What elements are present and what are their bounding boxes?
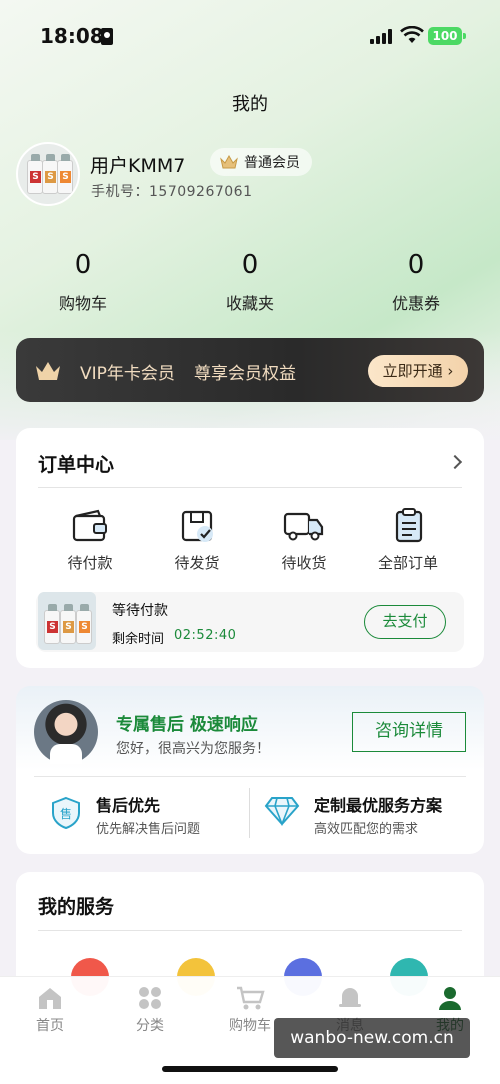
- pay-button[interactable]: 去支付: [364, 605, 446, 639]
- tab-label: 首页: [36, 1018, 64, 1034]
- avatar-bottle: S: [27, 154, 43, 194]
- order-center-title: 订单中心: [38, 454, 115, 476]
- avatar[interactable]: S S S: [16, 142, 80, 206]
- phone-label: 手机号：: [91, 184, 149, 200]
- after-sales-subtitle: 您好，很高兴为您服务！: [116, 741, 270, 757]
- avatar-bottle: S: [57, 154, 73, 194]
- stat-label: 购物车: [58, 294, 107, 313]
- remaining-time-value: 02:52:40: [174, 628, 237, 643]
- thumb-bottle: S: [76, 604, 92, 644]
- thumb-bottle: S: [60, 604, 76, 644]
- home-indicator[interactable]: [162, 1066, 338, 1072]
- feature-title: 售后优先: [96, 796, 161, 815]
- phone-number: 手机号：15709267061: [91, 181, 252, 201]
- support-agent-avatar: [34, 700, 98, 764]
- member-level-label: 普通会员: [244, 155, 300, 171]
- feature-title: 定制最优服务方案: [314, 796, 443, 815]
- stat-label: 优惠券: [391, 294, 440, 313]
- status-time: 18:08: [40, 24, 104, 48]
- pending-order-row[interactable]: S S S 等待付款 剩余时间 02:52:40 去支付: [36, 592, 464, 652]
- pending-title: 等待付款: [112, 603, 168, 619]
- username[interactable]: 用户KMM7: [90, 151, 185, 178]
- avatar-bottle: S: [42, 154, 58, 194]
- vertical-divider: [249, 788, 250, 838]
- stat-coupons[interactable]: 0 优惠券: [356, 250, 476, 314]
- order-all[interactable]: 全部订单: [368, 508, 448, 573]
- wallet-icon: [72, 509, 107, 542]
- order-pending-receipt[interactable]: 待收货: [264, 508, 344, 573]
- status-bar: 18:08 100: [0, 0, 500, 72]
- stat-value: 0: [407, 250, 425, 280]
- order-item-label: 待付款: [67, 554, 113, 572]
- page-title: 我的: [232, 94, 268, 115]
- delivery-truck-icon: [283, 512, 324, 541]
- stat-value: 0: [241, 250, 259, 280]
- after-sales-shield-icon: 售: [52, 796, 80, 830]
- vip-open-button[interactable]: 立即开通 ›: [368, 355, 468, 387]
- thumb-bottle: S: [44, 604, 60, 644]
- product-thumbnail: S S S: [38, 592, 96, 650]
- vip-title: VIP年卡会员: [80, 364, 175, 384]
- order-list-icon: [395, 508, 423, 543]
- remaining-time-label: 剩余时间: [112, 632, 165, 647]
- phone-value: 15709267061: [149, 184, 253, 200]
- order-pending-shipment[interactable]: 待发货: [157, 508, 237, 573]
- category-icon: [139, 987, 161, 1009]
- shield-text: 售: [60, 806, 72, 821]
- vip-subtitle: 尊享会员权益: [194, 364, 296, 384]
- order-item-label: 全部订单: [377, 554, 438, 572]
- stat-value: 0: [74, 250, 92, 280]
- diamond-icon: [264, 797, 300, 826]
- vip-crown-icon: [36, 362, 60, 380]
- chevron-right-icon: ›: [442, 362, 454, 380]
- sim-card-icon: [101, 28, 113, 45]
- divider: [38, 930, 462, 931]
- after-sales-title: 专属售后 极速响应: [116, 715, 258, 735]
- consult-details-button[interactable]: 咨询详情: [352, 712, 466, 752]
- my-services-title: 我的服务: [38, 896, 115, 918]
- tab-label: 分类: [136, 1018, 164, 1034]
- stat-favorites[interactable]: 0 收藏夹: [190, 250, 310, 314]
- order-pending-payment[interactable]: 待付款: [50, 508, 130, 573]
- cellular-signal-icon: [370, 28, 396, 44]
- bell-icon: [339, 988, 361, 1007]
- crown-icon: [220, 155, 238, 169]
- divider: [38, 487, 462, 488]
- package-check-icon: [181, 510, 213, 542]
- stat-label: 收藏夹: [225, 294, 274, 313]
- home-icon: [39, 988, 61, 1009]
- battery-tip: [463, 33, 466, 39]
- battery-indicator: 100: [428, 27, 462, 45]
- divider: [34, 776, 466, 777]
- stat-cart[interactable]: 0 购物车: [23, 250, 143, 314]
- feature-subtitle: 优先解决售后问题: [96, 822, 201, 837]
- tab-home[interactable]: 首页: [10, 985, 90, 1035]
- wifi-icon: [400, 26, 424, 43]
- order-item-label: 待发货: [174, 554, 220, 572]
- tab-category[interactable]: 分类: [110, 985, 190, 1035]
- after-sales-card: 专属售后 极速响应 您好，很高兴为您服务！ 咨询详情 售 售后优先 优先解决售后…: [16, 686, 484, 854]
- profile-icon: [439, 987, 461, 1010]
- chevron-right-icon[interactable]: [447, 454, 463, 470]
- cart-icon: [237, 986, 265, 1010]
- vip-open-label: 立即开通: [382, 362, 443, 380]
- member-level-badge[interactable]: 普通会员: [210, 148, 312, 176]
- order-item-label: 待收货: [281, 554, 327, 572]
- vip-banner[interactable]: VIP年卡会员 尊享会员权益 立即开通 ›: [16, 338, 484, 402]
- watermark: wanbo-new.com.cn: [274, 1018, 470, 1058]
- feature-subtitle: 高效匹配您的需求: [314, 822, 419, 837]
